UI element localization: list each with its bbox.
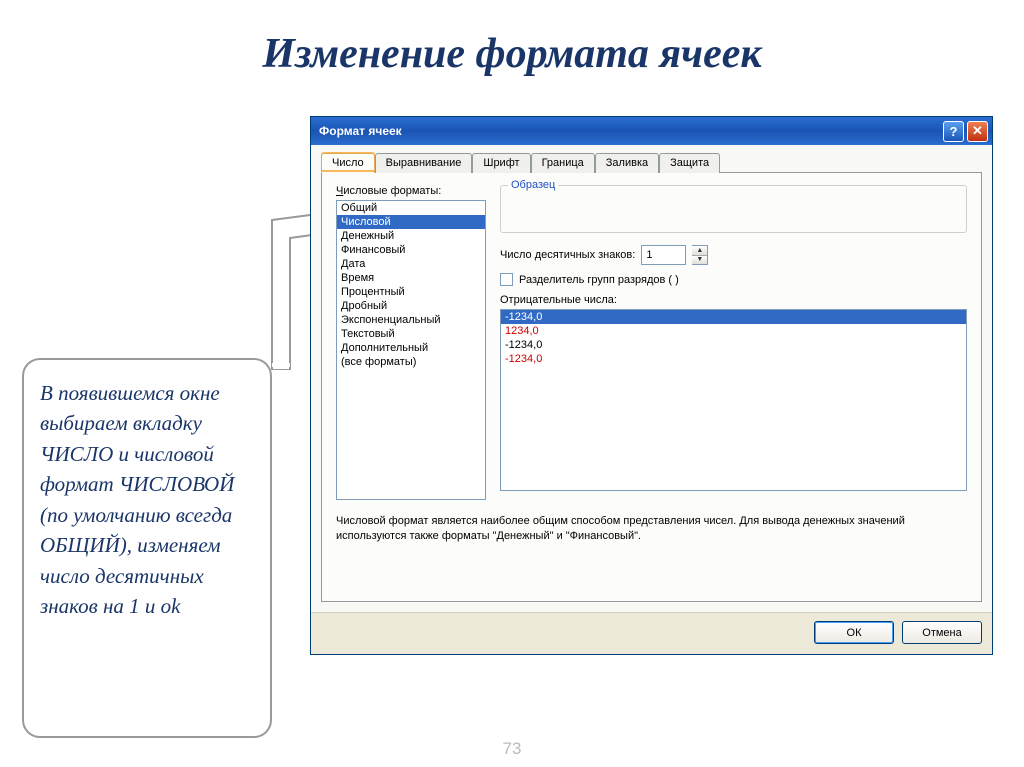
- close-icon[interactable]: ✕: [967, 121, 988, 142]
- list-item[interactable]: Числовой: [337, 215, 485, 229]
- decimal-places-label: Число десятичных знаков:: [500, 249, 635, 261]
- list-item[interactable]: Время: [337, 271, 485, 285]
- tab-protection[interactable]: Защита: [659, 153, 720, 173]
- spinner-up-icon[interactable]: ▲: [692, 246, 707, 256]
- format-description: Числовой формат является наиболее общим …: [336, 514, 967, 545]
- format-list[interactable]: Общий Числовой Денежный Финансовый Дата …: [336, 200, 486, 500]
- tab-number[interactable]: Число: [321, 153, 375, 173]
- tab-fill[interactable]: Заливка: [595, 153, 659, 173]
- list-item[interactable]: Дата: [337, 257, 485, 271]
- tab-strip: Число Выравнивание Шрифт Граница Заливка…: [321, 153, 982, 173]
- dialog-body: Число Выравнивание Шрифт Граница Заливка…: [311, 145, 992, 612]
- list-item[interactable]: 1234,0: [501, 324, 966, 338]
- callout-box: В появившемся окне выбираем вкладку ЧИСЛ…: [22, 358, 272, 738]
- list-item[interactable]: Текстовый: [337, 327, 485, 341]
- list-item[interactable]: -1234,0: [501, 352, 966, 366]
- list-item[interactable]: Дополнительный: [337, 341, 485, 355]
- decimal-spinner[interactable]: ▲ ▼: [692, 245, 708, 265]
- thousands-separator-checkbox[interactable]: [500, 273, 513, 286]
- titlebar[interactable]: Формат ячеек ? ✕: [311, 117, 992, 145]
- thousands-separator-label: Разделитель групп разрядов ( ): [519, 274, 679, 286]
- negative-numbers-label: Отрицательные числа:: [500, 294, 617, 306]
- list-item[interactable]: Дробный: [337, 299, 485, 313]
- dialog-footer: ОК Отмена: [311, 612, 992, 654]
- cancel-button[interactable]: Отмена: [902, 621, 982, 644]
- list-item[interactable]: Процентный: [337, 285, 485, 299]
- list-item[interactable]: -1234,0: [501, 310, 966, 324]
- tab-border[interactable]: Граница: [531, 153, 595, 173]
- sample-group: Образец: [500, 185, 967, 233]
- sample-label: Образец: [508, 179, 558, 191]
- ok-button[interactable]: ОК: [814, 621, 894, 644]
- list-item[interactable]: Финансовый: [337, 243, 485, 257]
- help-icon[interactable]: ?: [943, 121, 964, 142]
- spinner-down-icon[interactable]: ▼: [692, 256, 707, 265]
- callout-text: В появившемся окне выбираем вкладку ЧИСЛ…: [40, 378, 254, 622]
- list-item[interactable]: (все форматы): [337, 355, 485, 369]
- negative-numbers-list[interactable]: -1234,0 1234,0 -1234,0 -1234,0: [500, 309, 967, 491]
- tab-font[interactable]: Шрифт: [472, 153, 530, 173]
- decimal-places-input[interactable]: [641, 245, 686, 265]
- list-item[interactable]: Денежный: [337, 229, 485, 243]
- dialog-title: Формат ячеек: [319, 124, 943, 138]
- list-item[interactable]: Общий: [337, 201, 485, 215]
- list-item[interactable]: -1234,0: [501, 338, 966, 352]
- tab-panel-number: Числовые форматы: Общий Числовой Денежны…: [321, 172, 982, 602]
- formats-label: Числовые форматы:: [336, 185, 486, 197]
- slide-title: Изменение формата ячеек: [0, 0, 1024, 98]
- page-number: 73: [503, 739, 522, 759]
- tab-alignment[interactable]: Выравнивание: [375, 153, 473, 173]
- list-item[interactable]: Экспоненциальный: [337, 313, 485, 327]
- format-cells-dialog: Формат ячеек ? ✕ Число Выравнивание Шриф…: [310, 116, 993, 655]
